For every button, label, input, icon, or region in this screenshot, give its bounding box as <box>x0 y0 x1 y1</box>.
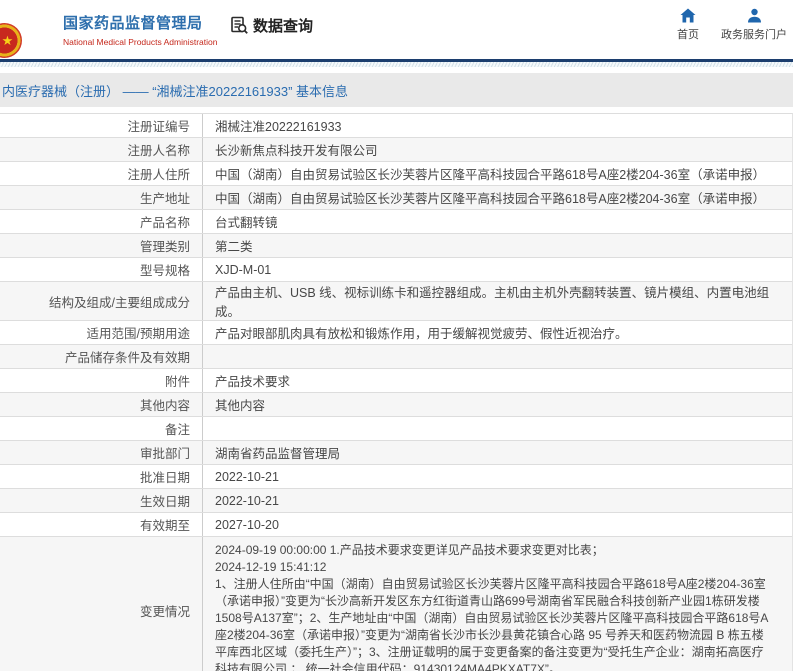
table-row: 变更情况 2024-09-19 00:00:00 1.产品技术要求变更详见产品技… <box>0 537 792 671</box>
page: ★ 国家药品监督管理局 National Medical Products Ad… <box>0 0 793 671</box>
national-emblem-icon: ★ <box>0 23 22 58</box>
info-table: 注册证编号 湘械注准20222161933 注册人名称 长沙新焦点科技开发有限公… <box>0 113 793 671</box>
row-label: 注册证编号 <box>0 114 203 137</box>
table-row: 批准日期 2022-10-21 <box>0 465 792 489</box>
table-row: 产品储存条件及有效期 <box>0 345 792 369</box>
row-value <box>203 345 792 368</box>
row-value: 产品对眼部肌肉具有放松和锻炼作用，用于缓解视觉疲劳、假性近视治疗。 <box>215 327 628 341</box>
table-row: 注册人名称 长沙新焦点科技开发有限公司 <box>0 138 792 162</box>
nav-home-label: 首页 <box>677 29 699 41</box>
row-label: 管理类别 <box>0 234 203 257</box>
row-label: 生效日期 <box>0 489 203 512</box>
table-row: 型号规格 XJD-M-01 <box>0 258 792 282</box>
doc-search-icon <box>230 16 249 35</box>
data-query-entry[interactable]: 数据查询 <box>230 15 313 36</box>
row-label: 批准日期 <box>0 465 203 488</box>
table-row: 备注 <box>0 417 792 441</box>
row-value: 产品技术要求 <box>215 375 291 389</box>
row-value: 中国（湖南）自由贸易试验区长沙芙蓉片区隆平高科技园合平路618号A座2楼204-… <box>215 168 766 182</box>
table-row: 审批部门 湖南省药品监督管理局 <box>0 441 792 465</box>
table-row: 生产地址 中国（湖南）自由贸易试验区长沙芙蓉片区隆平高科技园合平路618号A座2… <box>0 186 792 210</box>
row-label: 附件 <box>0 369 203 392</box>
breadcrumb: 内医疗器械（注册） —— “湘械注准20222161933” 基本信息 <box>2 83 349 99</box>
row-value: 2022-10-21 <box>215 469 279 484</box>
table-row: 注册证编号 湘械注准20222161933 <box>0 114 792 138</box>
row-label: 有效期至 <box>0 513 203 536</box>
row-value: 台式翻转镜 <box>215 216 278 230</box>
row-label: 备注 <box>0 417 203 440</box>
row-value: 长沙新焦点科技开发有限公司 <box>215 144 378 158</box>
row-value: 中国（湖南）自由贸易试验区长沙芙蓉片区隆平高科技园合平路618号A座2楼204-… <box>215 192 766 206</box>
nav-gov-portal[interactable]: 政务服务门户 <box>721 8 787 42</box>
row-label: 审批部门 <box>0 441 203 464</box>
row-value: 第二类 <box>215 240 253 254</box>
row-value: 产品由主机、USB 线、视标训练卡和遥控器组成。主机由主机外壳翻转装置、镜片模组… <box>215 286 770 319</box>
row-label: 产品名称 <box>0 210 203 233</box>
row-value: 2022-10-21 <box>215 493 279 508</box>
row-value: 2024-09-19 00:00:00 1.产品技术要求变更详见产品技术要求变更… <box>215 543 769 671</box>
table-row: 生效日期 2022-10-21 <box>0 489 792 513</box>
row-value: 其他内容 <box>215 399 266 413</box>
row-label: 适用范围/预期用途 <box>0 321 203 344</box>
row-label: 型号规格 <box>0 258 203 281</box>
row-label: 结构及组成/主要组成成分 <box>0 282 203 320</box>
nav-home[interactable]: 首页 <box>677 8 699 42</box>
table-row: 适用范围/预期用途 产品对眼部肌肉具有放松和锻炼作用，用于缓解视觉疲劳、假性近视… <box>0 321 792 345</box>
row-value <box>203 417 792 440</box>
breadcrumb-band: 内医疗器械（注册） —— “湘械注准20222161933” 基本信息 <box>0 73 793 107</box>
site-subtitle: National Medical Products Administration <box>63 37 218 47</box>
site-header: ★ 国家药品监督管理局 National Medical Products Ad… <box>0 0 793 59</box>
emblem-star-icon: ★ <box>1 33 14 48</box>
row-value: 湘械注准20222161933 <box>215 120 342 134</box>
row-value: 2027-10-20 <box>215 517 279 532</box>
row-label: 注册人住所 <box>0 162 203 185</box>
table-row: 附件 产品技术要求 <box>0 369 792 393</box>
table-row: 产品名称 台式翻转镜 <box>0 210 792 234</box>
table-row: 结构及组成/主要组成成分 产品由主机、USB 线、视标训练卡和遥控器组成。主机由… <box>0 282 792 321</box>
top-nav: 首页 政务服务门户 <box>677 8 787 42</box>
row-label: 产品储存条件及有效期 <box>0 345 203 368</box>
row-label: 生产地址 <box>0 186 203 209</box>
home-icon <box>680 8 696 23</box>
nav-gov-portal-label: 政务服务门户 <box>721 29 787 41</box>
site-logo[interactable]: 国家药品监督管理局 National Medical Products Admi… <box>63 12 218 47</box>
table-row: 注册人住所 中国（湖南）自由贸易试验区长沙芙蓉片区隆平高科技园合平路618号A座… <box>0 162 792 186</box>
row-value: XJD-M-01 <box>215 262 272 277</box>
table-row: 其他内容 其他内容 <box>0 393 792 417</box>
table-row: 有效期至 2027-10-20 <box>0 513 792 537</box>
row-value: 湖南省药品监督管理局 <box>215 447 341 461</box>
table-row: 管理类别 第二类 <box>0 234 792 258</box>
user-icon <box>747 8 762 23</box>
row-label: 其他内容 <box>0 393 203 416</box>
data-query-label: 数据查询 <box>253 18 314 35</box>
row-label: 注册人名称 <box>0 138 203 161</box>
row-label: 变更情况 <box>0 537 203 671</box>
site-title: 国家药品监督管理局 <box>63 15 203 32</box>
